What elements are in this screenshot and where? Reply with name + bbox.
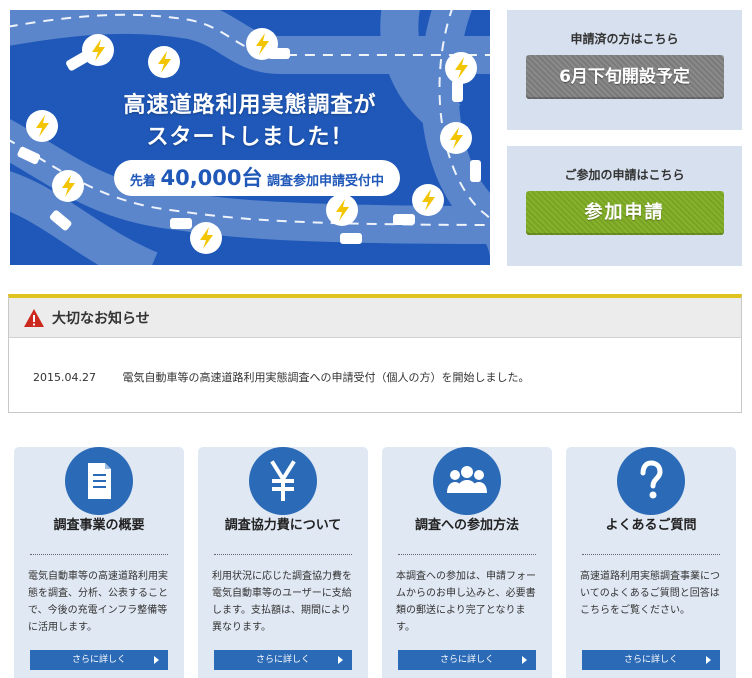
more-label: さらに詳しく	[71, 655, 126, 665]
apply-button[interactable]: 参加申請	[525, 191, 724, 235]
warning-icon	[24, 308, 44, 327]
divider	[582, 554, 720, 555]
card-faq: よくあるご質問 高速道路利用実態調査事業についてのよくあるご質問と回答はこちらを…	[566, 447, 736, 678]
hero-headline-line2: スタートしました！	[146, 125, 354, 150]
apply-box: ご参加の申請はこちら 参加申請	[507, 146, 742, 266]
card-description: 高速道路利用実態調査事業についてのよくあるご質問と回答はこちらをご覧ください。	[580, 571, 720, 616]
arrow-right-icon	[154, 656, 159, 664]
notice-date: 2015.04.27	[33, 371, 96, 384]
more-label: さらに詳しく	[439, 655, 494, 665]
card-howto: 調査への参加方法 本調査への参加は、申請フォームからのお申し込みと、必要書類の郵…	[382, 447, 552, 678]
divider	[214, 554, 352, 555]
card-title: 調査事業の概要	[53, 518, 145, 533]
card-description: 本調査への参加は、申請フォームからのお申し込みと、必要書類の郵送により完了となり…	[396, 571, 536, 633]
applied-box: 申請済の方はこちら 6月下旬開設予定	[507, 10, 742, 130]
more-button[interactable]: さらに詳しく	[30, 650, 168, 670]
card-title: 調査への参加方法	[414, 518, 519, 533]
divider	[398, 554, 536, 555]
notice-header: 大切なお知らせ	[9, 298, 741, 338]
notice-title: 大切なお知らせ	[52, 310, 150, 327]
pill-count: 40,000台	[160, 166, 263, 190]
card-overview: 調査事業の概要 電気自動車等の高速道路利用実態を調査、分析、公表することで、今後…	[14, 447, 184, 678]
more-button[interactable]: さらに詳しく	[398, 650, 536, 670]
applied-caption: 申請済の方はこちら	[570, 32, 679, 46]
arrow-right-icon	[706, 656, 711, 664]
important-notice: 大切なお知らせ 2015.04.27 電気自動車等の高速道路利用実態調査への申請…	[8, 294, 742, 413]
divider	[30, 554, 168, 555]
more-label: さらに詳しく	[255, 655, 310, 665]
document-icon	[65, 447, 133, 515]
notice-item[interactable]: 2015.04.27 電気自動車等の高速道路利用実態調査への申請受付（個人の方）…	[33, 369, 530, 385]
pill-prefix: 先着	[129, 174, 156, 189]
arrow-right-icon	[522, 656, 527, 664]
hero-pill: 先着 40,000台 調査参加申請受付中	[114, 160, 400, 196]
card-description: 利用状況に応じた調査協力費を電気自動車等のユーザーに支給します。支払額は、期間に…	[212, 571, 352, 633]
arrow-right-icon	[338, 656, 343, 664]
card-fee: 調査協力費について 利用状況に応じた調査協力費を電気自動車等のユーザーに支給しま…	[198, 447, 368, 678]
more-button[interactable]: さらに詳しく	[582, 650, 720, 670]
card-description: 電気自動車等の高速道路利用実態を調査、分析、公表することで、今後の充電インフラ整…	[28, 571, 168, 633]
notice-text[interactable]: 電気自動車等の高速道路利用実態調査への申請受付（個人の方）を開始しました。	[123, 371, 530, 384]
pill-suffix: 調査参加申請受付中	[267, 174, 385, 189]
hero-headline: 高速道路利用実態調査が スタートしました！	[10, 90, 490, 154]
more-button[interactable]: さらに詳しく	[214, 650, 352, 670]
card-title: よくあるご質問	[605, 518, 697, 533]
people-icon	[433, 447, 501, 515]
question-icon	[617, 447, 685, 515]
applied-login-button[interactable]: 6月下旬開設予定	[525, 55, 724, 99]
hero-banner: 高速道路利用実態調査が スタートしました！ 先着 40,000台 調査参加申請受…	[10, 10, 490, 265]
hero-headline-line1: 高速道路利用実態調査が	[123, 93, 377, 118]
yen-icon	[249, 447, 317, 515]
more-label: さらに詳しく	[623, 655, 678, 665]
apply-caption: ご参加の申請はこちら	[564, 168, 685, 182]
card-title: 調査協力費について	[224, 518, 342, 533]
